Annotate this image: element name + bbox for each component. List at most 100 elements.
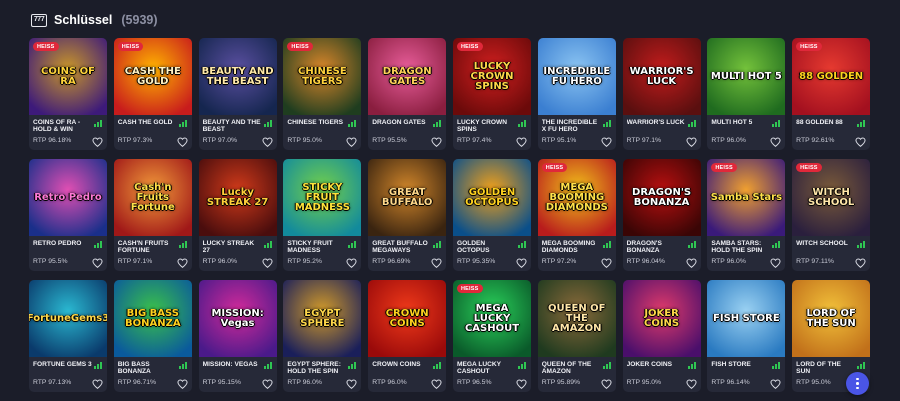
favorite-heart-icon[interactable] <box>516 137 527 147</box>
game-name: QUEEN OF THE AMAZON <box>541 361 592 376</box>
game-card[interactable]: MULTI HOT 5 MULTI HOT 5 RTP 96.0% <box>707 38 786 150</box>
favorite-heart-icon[interactable] <box>855 258 866 268</box>
game-thumbnail[interactable]: GOLDEN OCTOPUS <box>452 159 531 236</box>
game-thumbnail[interactable]: BIG BASS BONANZA <box>113 280 192 357</box>
game-card[interactable]: DRAGON'S BONANZA DRAGON'S BONANZA RTP 96.0… <box>622 159 701 271</box>
favorite-heart-icon[interactable] <box>431 258 442 268</box>
game-card[interactable]: WARRIOR'S LUCK WARRIOR'S LUCK RTP 97.1% <box>622 38 701 150</box>
favorite-heart-icon[interactable] <box>346 258 357 268</box>
game-card[interactable]: DRAGON GATES DRAGON GATES RTP 95.5% <box>368 38 447 150</box>
game-thumbnail[interactable]: CHINESE TIGERS HEISS <box>283 38 362 115</box>
favorite-heart-icon[interactable] <box>92 137 103 147</box>
game-card[interactable]: MISSION: Vegas MISSION: VEGAS RTP 95.15% <box>198 280 277 392</box>
game-thumbnail[interactable]: MEGA BOOMING DIAMONDS HEISS <box>537 159 616 236</box>
favorite-heart-icon[interactable] <box>855 137 866 147</box>
game-card[interactable]: MEGA LUCKY CASHOUT HEISS MEGA LUCKY CASHOU… <box>452 280 531 392</box>
game-thumbnail[interactable]: CROWN COINS <box>368 280 447 357</box>
game-card[interactable]: Retro Pedro RETRO PEDRO RTP 95.5% <box>29 159 107 271</box>
game-card[interactable]: WITCH SCHOOL HEISS WITCH SCHOOL RTP 97.11% <box>792 159 871 271</box>
game-card[interactable]: JOKER COINS JOKER COINS RTP 95.0% <box>622 280 701 392</box>
game-thumbnail[interactable]: DRAGON GATES <box>368 38 447 115</box>
game-card[interactable]: Lucky STREAK 27 LUCKY STREAK 27 RTP 96.0% <box>198 159 277 271</box>
game-card[interactable]: GOLDEN OCTOPUS GOLDEN OCTOPUS RTP 95.35% <box>452 159 531 271</box>
game-card[interactable]: LUCKY CROWN SPINS HEISS LUCKY CROWN SPINS R… <box>452 38 531 150</box>
game-card[interactable]: 88 GOLDEN HEISS 88 GOLDEN 88 RTP 92.61% <box>792 38 871 150</box>
favorite-heart-icon[interactable] <box>770 258 781 268</box>
game-card[interactable]: Samba Stars HEISS SAMBA STARS: HOLD THE SP… <box>707 159 786 271</box>
favorite-heart-icon[interactable] <box>686 137 697 147</box>
game-thumbnail[interactable]: LORD OF THE SUN <box>792 280 871 357</box>
game-card[interactable]: INCREDIBLE FU HERO THE INCREDIBLE X FU HE… <box>537 38 616 150</box>
favorite-heart-icon[interactable] <box>177 258 188 268</box>
game-thumbnail[interactable]: COINS OF RA HEISS <box>29 38 107 115</box>
game-thumbnail[interactable]: MISSION: Vegas <box>198 280 277 357</box>
game-thumbnail[interactable]: QUEEN OF THE AMAZON <box>537 280 616 357</box>
favorite-heart-icon[interactable] <box>92 258 103 268</box>
game-logo: LUCKY CROWN SPINS <box>470 60 514 92</box>
game-card[interactable]: CASH THE GOLD HEISS CASH THE GOLD RTP 97.3% <box>113 38 192 150</box>
game-card[interactable]: FortuneGems3 FORTUNE GEMS 3 RTP 97.13% <box>29 280 107 392</box>
more-options-button[interactable] <box>846 372 869 395</box>
game-card[interactable]: Cash'n Fruits Fortune CASH'N FRUITS FORTU… <box>113 159 192 271</box>
game-thumbnail[interactable]: BEAUTY AND THE BEAST <box>198 38 277 115</box>
favorite-heart-icon[interactable] <box>346 137 357 147</box>
game-thumbnail[interactable]: Cash'n Fruits Fortune <box>113 159 192 236</box>
game-thumbnail[interactable]: STICKY FRUIT MADNESS <box>283 159 362 236</box>
game-card[interactable]: CROWN COINS CROWN COINS RTP 96.0% <box>368 280 447 392</box>
game-thumbnail[interactable]: WITCH SCHOOL HEISS <box>792 159 871 236</box>
game-thumbnail[interactable]: INCREDIBLE FU HERO <box>537 38 616 115</box>
game-card[interactable]: BIG BASS BONANZA BIG BASS BONANZA RTP 96.7… <box>113 280 192 392</box>
favorite-heart-icon[interactable] <box>686 379 697 389</box>
game-thumbnail[interactable]: WARRIOR'S LUCK <box>622 38 701 115</box>
favorite-heart-icon[interactable] <box>601 258 612 268</box>
category-header: 777 Schlüssel (5939) <box>31 10 158 30</box>
favorite-heart-icon[interactable] <box>601 379 612 389</box>
favorite-heart-icon[interactable] <box>177 379 188 389</box>
game-thumbnail[interactable]: FISH STORE <box>707 280 786 357</box>
game-logo: CHINESE TIGERS <box>298 65 347 87</box>
favorite-heart-icon[interactable] <box>431 379 442 389</box>
rtp-value: RTP 96.71% <box>117 379 157 386</box>
game-thumbnail[interactable]: EGYPT SPHERE <box>283 280 362 357</box>
favorite-heart-icon[interactable] <box>770 137 781 147</box>
favorite-heart-icon[interactable] <box>262 137 273 147</box>
game-info: MULTI HOT 5 RTP 96.0% <box>707 115 785 150</box>
game-thumbnail[interactable]: CASH THE GOLD HEISS <box>113 38 192 115</box>
game-thumbnail[interactable]: LUCKY CROWN SPINS HEISS <box>452 38 531 115</box>
game-card[interactable]: CHINESE TIGERS HEISS CHINESE TIGERS RTP 95.… <box>283 38 362 150</box>
favorite-heart-icon[interactable] <box>92 379 103 389</box>
favorite-heart-icon[interactable] <box>431 137 442 147</box>
game-info: DRAGON'S BONANZA RTP 96.04% <box>623 236 701 271</box>
favorite-heart-icon[interactable] <box>177 137 188 147</box>
game-card[interactable]: GREAT BUFFALO GREAT BUFFALO MEGAWAYS RTP 9… <box>368 159 447 271</box>
favorite-heart-icon[interactable] <box>262 379 273 389</box>
favorite-heart-icon[interactable] <box>516 258 527 268</box>
game-thumbnail[interactable]: Lucky STREAK 27 <box>198 159 277 236</box>
game-card[interactable]: EGYPT SPHERE EGYPT SPHERE: HOLD THE SPIN R… <box>283 280 362 392</box>
game-name: MEGA BOOMING DIAMONDS <box>541 240 596 255</box>
game-thumbnail[interactable]: MULTI HOT 5 <box>707 38 786 115</box>
favorite-heart-icon[interactable] <box>770 379 781 389</box>
favorite-heart-icon[interactable] <box>686 258 697 268</box>
game-thumbnail[interactable]: MEGA LUCKY CASHOUT HEISS <box>452 280 531 357</box>
game-thumbnail[interactable]: JOKER COINS <box>622 280 701 357</box>
game-thumbnail[interactable]: GREAT BUFFALO <box>368 159 447 236</box>
game-card[interactable]: COINS OF RA HEISS COINS OF RA - HOLD & WIN… <box>29 38 107 150</box>
game-thumbnail[interactable]: 88 GOLDEN HEISS <box>792 38 871 115</box>
game-card[interactable]: MEGA BOOMING DIAMONDS HEISS MEGA BOOMING D… <box>537 159 616 271</box>
game-card[interactable]: FISH STORE FISH STORE RTP 96.14% <box>707 280 786 392</box>
game-thumbnail[interactable]: Samba Stars HEISS <box>707 159 786 236</box>
favorite-heart-icon[interactable] <box>516 379 527 389</box>
favorite-heart-icon[interactable] <box>262 258 273 268</box>
game-thumbnail[interactable]: DRAGON'S BONANZA <box>622 159 701 236</box>
game-card[interactable]: STICKY FRUIT MADNESS STICKY FRUIT MADNESS… <box>283 159 362 271</box>
game-info: WARRIOR'S LUCK RTP 97.1% <box>623 115 701 150</box>
favorite-heart-icon[interactable] <box>346 379 357 389</box>
game-thumbnail[interactable]: Retro Pedro <box>29 159 107 236</box>
hot-badge: HEISS <box>456 42 483 51</box>
game-thumbnail[interactable]: FortuneGems3 <box>29 280 107 357</box>
game-card[interactable]: BEAUTY AND THE BEAST BEAUTY AND THE BEAST… <box>198 38 277 150</box>
favorite-heart-icon[interactable] <box>601 137 612 147</box>
hot-badge: HEISS <box>711 163 737 172</box>
game-card[interactable]: QUEEN OF THE AMAZON QUEEN OF THE AMAZON RT… <box>537 280 616 392</box>
